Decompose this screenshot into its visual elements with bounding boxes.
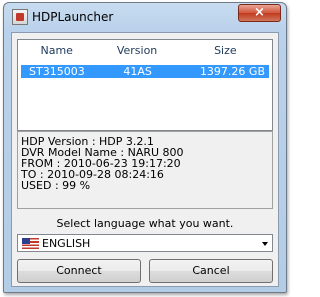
connect-button[interactable]: Connect [17, 259, 141, 283]
column-header-name[interactable]: Name [18, 40, 95, 62]
app-icon [12, 9, 28, 25]
language-selected-value: ENGLISH [42, 237, 91, 250]
column-header-version[interactable]: Version [95, 40, 178, 62]
close-button[interactable]: × [238, 4, 281, 22]
language-prompt: Select language what you want. [56, 217, 234, 230]
window-title: HDPLauncher [32, 10, 114, 24]
language-select[interactable]: ENGLISH [17, 234, 273, 252]
drive-info-panel: HDP Version : HDP 3.2.1 DVR Model Name :… [17, 131, 273, 209]
us-flag-icon [22, 238, 39, 249]
client-area: Name Version Size ST315003 41AS 1397.26 … [11, 32, 279, 287]
launcher-window: HDPLauncher × Name Version Size ST315003… [3, 2, 287, 293]
cancel-button[interactable]: Cancel [149, 259, 273, 283]
title-bar[interactable]: HDPLauncher × [4, 3, 286, 31]
drive-list[interactable]: Name Version Size ST315003 41AS 1397.26 … [17, 39, 273, 131]
row-version: 41AS [123, 65, 152, 78]
info-used: USED : 99 % [21, 179, 91, 192]
list-header: Name Version Size [18, 40, 272, 62]
list-row[interactable]: ST315003 41AS 1397.26 GB [21, 65, 269, 78]
chevron-down-icon[interactable] [262, 242, 268, 246]
row-size: 1397.26 GB [199, 65, 265, 78]
row-name: ST315003 [29, 65, 85, 78]
column-header-size[interactable]: Size [179, 40, 272, 62]
